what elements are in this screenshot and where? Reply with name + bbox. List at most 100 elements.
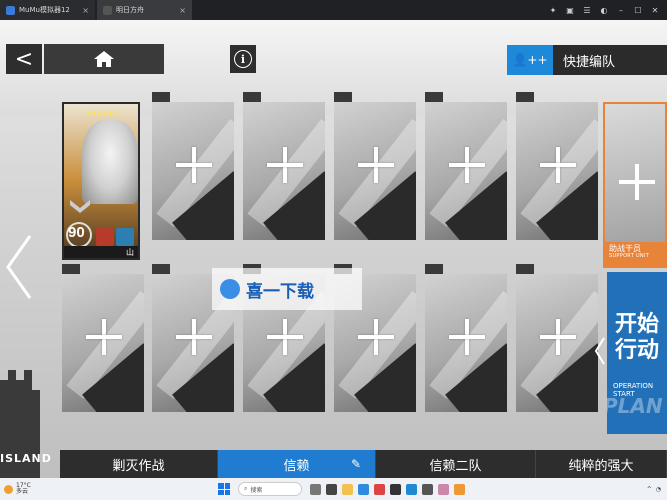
operator-slot-6[interactable] — [516, 92, 598, 240]
top-navigation: < — [6, 44, 164, 74]
folder-icon[interactable] — [342, 483, 353, 495]
operator-slot-1[interactable]: ★★★★★★ 90 山 — [62, 102, 140, 260]
slot-card — [425, 274, 507, 412]
maximize-icon[interactable]: ☐ — [634, 6, 642, 15]
slot-tab — [243, 92, 261, 102]
support-unit-slot[interactable]: 助战干员 SUPPORT UNIT — [603, 102, 667, 268]
info-icon: i — [234, 50, 252, 68]
app-icon[interactable] — [374, 483, 385, 495]
app-icon[interactable] — [310, 483, 321, 495]
operation-start-button[interactable]: 开始 行动 OPERATION START PLAN — [607, 272, 667, 434]
operator-slot-3[interactable] — [243, 92, 325, 240]
plus-icon — [176, 319, 212, 355]
watermark: 喜一下载 — [212, 268, 362, 310]
operator-slot-2[interactable] — [152, 92, 234, 240]
watermark-logo-icon — [220, 279, 240, 299]
home-button[interactable] — [44, 44, 164, 74]
chevron-up-icon[interactable]: ^ — [647, 486, 652, 493]
gift-icon[interactable]: ▣ — [566, 6, 574, 15]
operator-slot-12[interactable] — [516, 264, 598, 412]
weather-icon — [4, 484, 13, 494]
wifi-icon[interactable]: ✦ — [549, 6, 557, 15]
slot-card — [516, 274, 598, 412]
window-controls: ✦ ▣ ☰ ◐ – ☐ ✕ — [549, 6, 667, 15]
chevron-left-icon[interactable] — [4, 232, 34, 302]
home-icon — [94, 51, 114, 67]
elite-rank-icon — [70, 200, 90, 213]
game-view: < i 👤++ 快捷编队 ★★★★★★ 90 山 助战干员 SUPPORT UN… — [0, 20, 667, 478]
plus-icon — [449, 147, 485, 183]
browser-icon[interactable] — [358, 483, 369, 495]
operator-slot-4[interactable] — [334, 92, 416, 240]
slot-tab — [516, 92, 534, 102]
plus-icon — [358, 147, 394, 183]
quick-formation-button[interactable]: 👤++ 快捷编队 — [507, 45, 667, 75]
taskbar-search[interactable]: ⌕ 搜索 — [238, 482, 302, 496]
plus-icon — [358, 319, 394, 355]
skill-icon — [116, 228, 134, 246]
minimize-icon[interactable]: – — [617, 6, 625, 15]
terminal-icon[interactable] — [390, 483, 401, 495]
app-icon[interactable] — [326, 483, 337, 495]
speaker-icon[interactable]: ◐ — [600, 6, 608, 15]
plus-icon — [267, 319, 303, 355]
info-button[interactable]: i — [230, 45, 256, 73]
slot-card — [243, 102, 325, 240]
slot-card — [516, 102, 598, 240]
tab-close-icon[interactable]: × — [179, 6, 186, 15]
chevron-left-small-icon[interactable] — [594, 336, 606, 366]
plus-icon — [86, 319, 122, 355]
tab-mumu[interactable]: MuMu模拟器12 × — [0, 0, 95, 20]
close-icon[interactable]: ✕ — [651, 6, 659, 15]
tab-close-icon[interactable]: × — [82, 6, 89, 15]
app-icon[interactable] — [438, 483, 449, 495]
edit-icon[interactable]: ✎ — [351, 457, 361, 471]
slot-tab — [516, 264, 534, 274]
search-icon: ⌕ — [244, 485, 248, 492]
slot-card — [62, 274, 144, 412]
slot-tab — [62, 264, 80, 274]
search-placeholder: 搜索 — [250, 486, 263, 494]
plus-icon — [267, 147, 303, 183]
island-text: ISLAND — [0, 452, 52, 465]
support-sub-label: SUPPORT UNIT — [609, 252, 650, 259]
app-icon[interactable] — [422, 483, 433, 495]
support-unit-label: 助战干员 SUPPORT UNIT — [605, 242, 665, 266]
network-icon[interactable]: ◔ — [656, 486, 661, 493]
weather-desc: 多云 — [16, 488, 29, 495]
plus-icon — [449, 319, 485, 355]
slot-card — [334, 102, 416, 240]
operator-slot-11[interactable] — [425, 264, 507, 412]
plus-icon — [176, 147, 212, 183]
squad-tabs: 剿灭作战 信赖 ✎ 信赖二队 纯粹的强大 — [60, 450, 667, 478]
mumu-icon — [6, 5, 15, 15]
slot-tab — [425, 264, 443, 274]
squad-tab-trust-2[interactable]: 信赖二队 — [376, 450, 536, 478]
potential-icon — [96, 228, 114, 246]
squad-tab-trust[interactable]: 信赖 ✎ — [218, 450, 376, 478]
menu-icon[interactable]: ☰ — [583, 6, 591, 15]
weather-widget[interactable]: 17°C 多云 — [0, 483, 110, 495]
operator-portrait — [82, 120, 138, 204]
tab-arknights[interactable]: 明日方舟 × — [97, 0, 192, 20]
plus-icon — [619, 164, 655, 200]
operator-slot-7[interactable] — [62, 264, 144, 412]
slot-card — [152, 102, 234, 240]
watermark-text: 喜一下载 — [246, 281, 314, 302]
slot-tab — [425, 92, 443, 102]
back-button[interactable]: < — [6, 44, 42, 74]
weather-text: 17°C 多云 — [16, 483, 31, 495]
squad-tab-trust-label: 信赖 — [283, 458, 310, 474]
operator-slot-5[interactable] — [425, 92, 507, 240]
slot-tab — [334, 92, 352, 102]
windows-start-icon[interactable] — [218, 483, 230, 495]
app-icon[interactable] — [454, 483, 465, 495]
tab-arknights-label: 明日方舟 — [116, 6, 144, 14]
taskbar-apps — [310, 483, 465, 495]
squad-tab-pure-strength[interactable]: 纯粹的强大 — [536, 450, 667, 478]
tab-mumu-label: MuMu模拟器12 — [19, 6, 70, 14]
slot-tab — [152, 92, 170, 102]
vscode-icon[interactable] — [406, 483, 417, 495]
slot-card — [425, 102, 507, 240]
squad-tab-annihilation[interactable]: 剿灭作战 — [60, 450, 218, 478]
